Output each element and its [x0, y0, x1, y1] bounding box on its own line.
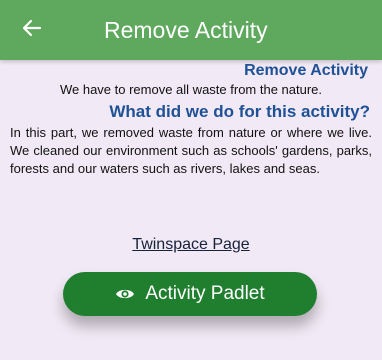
- question-heading: What did we do for this activity?: [109, 102, 370, 121]
- arrow-left-icon: [22, 19, 42, 42]
- section-subtitle: We have to remove all waste from the nat…: [59, 82, 323, 97]
- back-button[interactable]: [14, 12, 50, 48]
- padlet-button-label: Activity Padlet: [145, 283, 265, 304]
- section-heading: Remove Activity: [244, 62, 368, 79]
- activity-description: In this part, we removed waste from natu…: [10, 125, 372, 176]
- page-title: Remove Activity: [104, 17, 268, 43]
- app-bar: Remove Activity: [0, 0, 382, 60]
- activity-padlet-button[interactable]: Activity Padlet: [63, 272, 317, 316]
- twinspace-page-link[interactable]: Twinspace Page: [0, 236, 382, 254]
- eye-icon: [115, 287, 135, 301]
